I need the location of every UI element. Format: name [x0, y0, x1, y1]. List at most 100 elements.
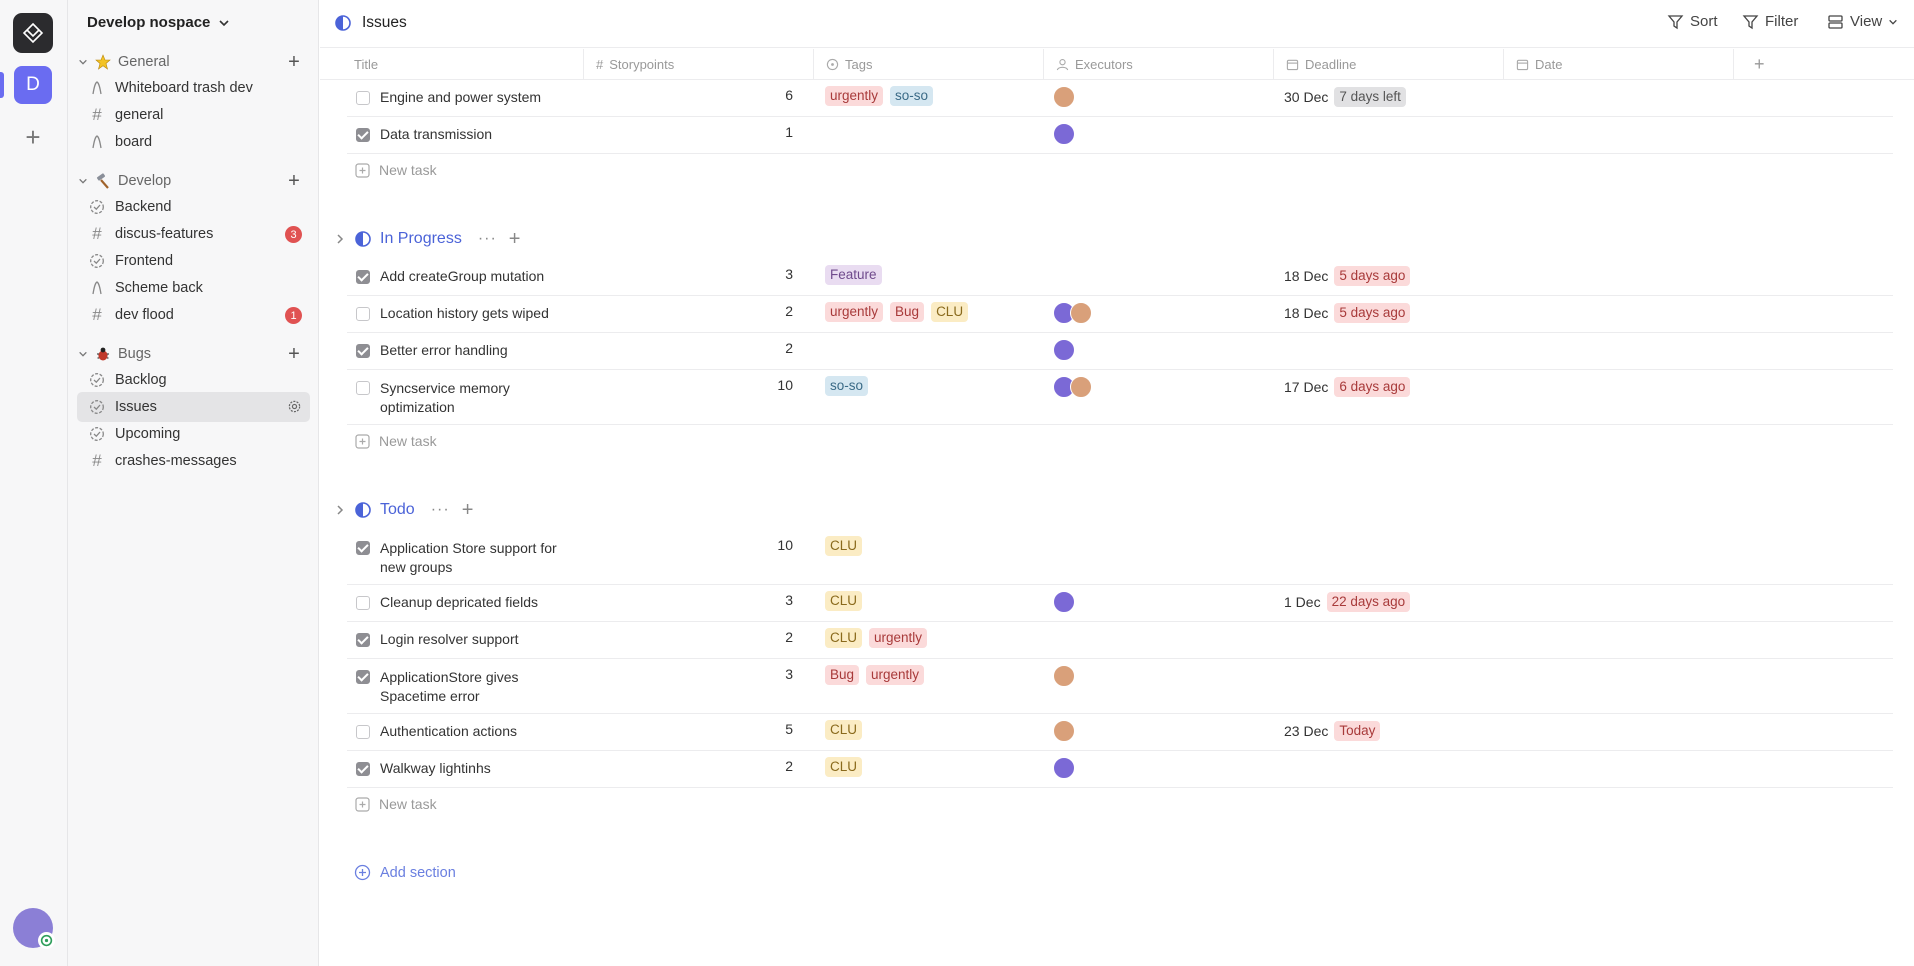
- column-deadline[interactable]: Deadline: [1274, 49, 1504, 80]
- tag-badge[interactable]: CLU: [825, 757, 863, 777]
- task-checkbox[interactable]: [356, 725, 370, 739]
- tag-badge[interactable]: CLU: [825, 536, 863, 556]
- storypoints-cell[interactable]: 5: [757, 721, 793, 737]
- task-title[interactable]: Authentication actions: [380, 722, 580, 741]
- app-logo-icon[interactable]: [13, 13, 53, 53]
- executor-avatar[interactable]: [1053, 665, 1075, 687]
- new-task-button[interactable]: New task: [355, 796, 437, 812]
- task-title[interactable]: Add createGroup mutation: [380, 267, 580, 286]
- deadline-cell[interactable]: 18 Dec 5 days ago: [1284, 266, 1411, 286]
- sidebar-item-dev-flood[interactable]: # dev flood 1: [77, 300, 310, 330]
- executors-cell[interactable]: [1053, 339, 1075, 361]
- sidebar-item-discus-features[interactable]: # discus-features 3: [77, 219, 310, 249]
- sidebar-item-scheme-back[interactable]: Scheme back: [77, 273, 310, 303]
- sidebar-item-issues[interactable]: Issues: [77, 392, 310, 422]
- task-checkbox[interactable]: [356, 344, 370, 358]
- task-title[interactable]: Application Store support for new groups: [380, 539, 570, 577]
- more-options-icon[interactable]: ···: [478, 230, 497, 248]
- storypoints-cell[interactable]: 1: [757, 124, 793, 140]
- task-title[interactable]: ApplicationStore gives Spacetime error: [380, 668, 570, 706]
- executors-cell[interactable]: [1053, 757, 1075, 779]
- task-checkbox[interactable]: [356, 596, 370, 610]
- workspace-switcher[interactable]: Develop nospace: [87, 14, 230, 31]
- storypoints-cell[interactable]: 2: [757, 303, 793, 319]
- storypoints-cell[interactable]: 3: [757, 592, 793, 608]
- storypoints-cell[interactable]: 2: [757, 629, 793, 645]
- tag-badge[interactable]: urgently: [869, 628, 928, 648]
- gear-icon[interactable]: [287, 399, 302, 418]
- deadline-cell[interactable]: 17 Dec 6 days ago: [1284, 377, 1411, 397]
- deadline-cell[interactable]: 1 Dec 22 days ago: [1284, 592, 1411, 612]
- table-row[interactable]: Engine and power system 6 urgently so-so …: [347, 80, 1893, 117]
- add-column-icon[interactable]: +: [1734, 49, 1794, 80]
- storypoints-cell[interactable]: 10: [757, 377, 793, 393]
- add-task-icon[interactable]: +: [462, 500, 474, 520]
- executors-cell[interactable]: [1053, 86, 1075, 108]
- sidebar-item-general[interactable]: # general: [77, 100, 310, 130]
- task-checkbox[interactable]: [356, 633, 370, 647]
- section-general[interactable]: General: [76, 51, 170, 73]
- executors-cell[interactable]: [1053, 665, 1075, 687]
- tag-badge[interactable]: Bug: [890, 302, 925, 322]
- task-checkbox[interactable]: [356, 128, 370, 142]
- tag-badge[interactable]: Bug: [825, 665, 860, 685]
- table-row[interactable]: Application Store support for new groups…: [347, 530, 1893, 585]
- tag-badge[interactable]: Feature: [825, 265, 882, 285]
- table-row[interactable]: Login resolver support 2 CLU urgently: [347, 622, 1893, 659]
- tags-cell[interactable]: urgently Bug CLU: [825, 302, 969, 322]
- task-title[interactable]: Engine and power system: [380, 88, 580, 107]
- task-title[interactable]: Syncservice memory optimization: [380, 379, 570, 417]
- task-checkbox[interactable]: [356, 762, 370, 776]
- tag-badge[interactable]: urgently: [825, 302, 884, 322]
- deadline-cell[interactable]: 30 Dec 7 days left: [1284, 87, 1406, 107]
- sidebar-item-upcoming[interactable]: Upcoming: [77, 419, 310, 449]
- group-todo[interactable]: Todo ··· +: [334, 500, 473, 520]
- task-title[interactable]: Walkway lightinhs: [380, 759, 580, 778]
- storypoints-cell[interactable]: 3: [757, 266, 793, 282]
- sidebar-item-frontend[interactable]: Frontend: [77, 246, 310, 276]
- executor-avatar[interactable]: [1053, 591, 1075, 613]
- section-develop[interactable]: Develop: [76, 170, 171, 192]
- tags-cell[interactable]: CLU: [825, 591, 863, 611]
- tags-cell[interactable]: CLU: [825, 757, 863, 777]
- add-section-button[interactable]: Add section: [354, 864, 456, 881]
- sidebar-item-crashes-messages[interactable]: # crashes-messages: [77, 446, 310, 476]
- group-in-progress[interactable]: In Progress ··· +: [334, 229, 520, 249]
- executor-avatar[interactable]: [1053, 86, 1075, 108]
- table-row[interactable]: Location history gets wiped 2 urgently Bu…: [347, 296, 1893, 333]
- section-bugs[interactable]: Bugs: [76, 343, 151, 365]
- table-row[interactable]: Cleanup depricated fields 3 CLU 1 Dec 22…: [347, 585, 1893, 622]
- add-channel-icon[interactable]: +: [284, 52, 304, 72]
- sidebar-item-board[interactable]: board: [77, 127, 310, 157]
- tags-cell[interactable]: so-so: [825, 376, 869, 396]
- executors-cell[interactable]: [1053, 123, 1075, 145]
- table-row[interactable]: Syncservice memory optimization 10 so-so…: [347, 370, 1893, 425]
- sidebar-item-backlog[interactable]: Backlog: [77, 365, 310, 395]
- executors-cell[interactable]: [1053, 591, 1075, 613]
- table-row[interactable]: Add createGroup mutation 3 Feature 18 De…: [347, 259, 1893, 296]
- task-title[interactable]: Data transmission: [380, 125, 580, 144]
- table-row[interactable]: Walkway lightinhs 2 CLU: [347, 751, 1893, 788]
- workspace-avatar[interactable]: D: [14, 66, 52, 104]
- more-options-icon[interactable]: ···: [431, 501, 450, 519]
- storypoints-cell[interactable]: 2: [757, 758, 793, 774]
- tags-cell[interactable]: urgently so-so: [825, 86, 934, 106]
- task-title[interactable]: Better error handling: [380, 341, 580, 360]
- tags-cell[interactable]: Feature: [825, 265, 882, 285]
- new-task-button[interactable]: New task: [355, 433, 437, 449]
- storypoints-cell[interactable]: 3: [757, 666, 793, 682]
- executors-cell[interactable]: [1053, 720, 1075, 742]
- column-date[interactable]: Date: [1504, 49, 1734, 80]
- executor-avatar[interactable]: [1070, 376, 1092, 398]
- deadline-cell[interactable]: 23 Dec Today: [1284, 721, 1381, 741]
- sort-button[interactable]: Sort: [1667, 13, 1718, 30]
- executor-avatar[interactable]: [1053, 123, 1075, 145]
- tags-cell[interactable]: Bug urgently: [825, 665, 925, 685]
- tag-badge[interactable]: CLU: [931, 302, 969, 322]
- deadline-cell[interactable]: 18 Dec 5 days ago: [1284, 303, 1411, 323]
- add-channel-icon[interactable]: +: [284, 171, 304, 191]
- task-checkbox[interactable]: [356, 670, 370, 684]
- tag-badge[interactable]: CLU: [825, 720, 863, 740]
- tags-cell[interactable]: CLU: [825, 720, 863, 740]
- column-tags[interactable]: Tags: [814, 49, 1044, 80]
